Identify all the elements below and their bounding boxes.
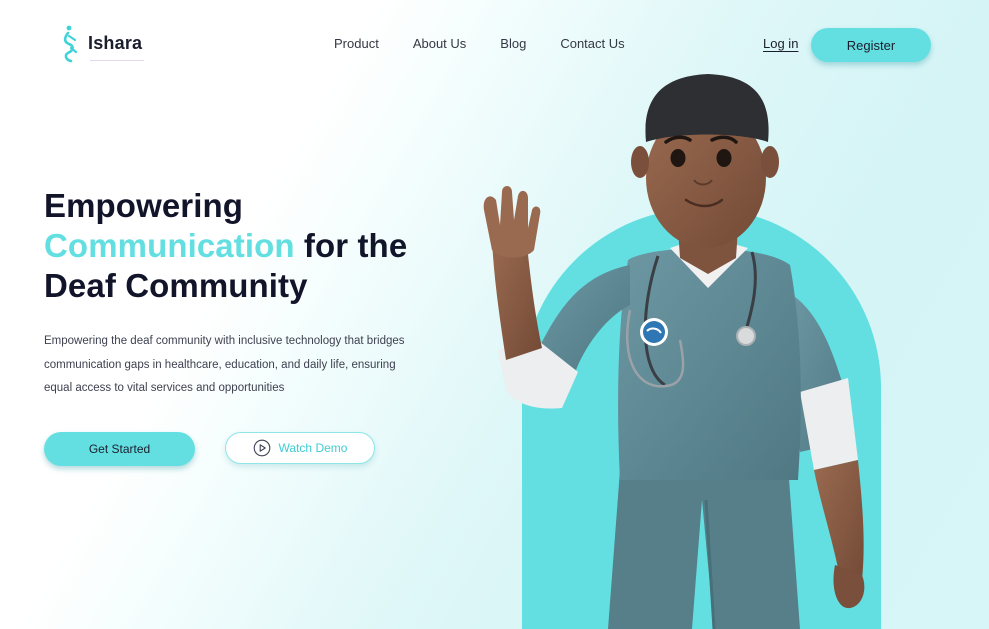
main-nav: Product About Us Blog Contact Us <box>334 36 659 51</box>
login-link[interactable]: Log in <box>763 36 798 51</box>
register-button[interactable]: Register <box>811 28 931 62</box>
doctor-illustration <box>483 74 865 629</box>
headline-line-2-rest: for the <box>294 227 408 264</box>
brand-logo[interactable]: Ishara <box>60 24 142 64</box>
description-line-1: Empowering the deaf community with inclu… <box>44 335 405 347</box>
headline-accent: Communication <box>44 227 295 264</box>
hand-sign-logo-icon <box>63 25 78 63</box>
headline-line-1: Empowering <box>44 187 244 224</box>
watch-demo-button[interactable]: Watch Demo <box>225 432 375 464</box>
brand-name: Ishara <box>88 32 143 53</box>
nav-item-contact-us[interactable]: Contact Us <box>560 36 624 51</box>
nav-item-about-us[interactable]: About Us <box>413 36 466 51</box>
brand-underline <box>90 60 144 61</box>
nav-item-blog[interactable]: Blog <box>500 36 526 51</box>
hero-headline: Empowering Communication for the Deaf Co… <box>44 186 407 306</box>
nav-item-product[interactable]: Product <box>334 36 379 51</box>
description-line-2: communication gaps in healthcare, educat… <box>44 358 396 371</box>
get-started-button[interactable]: Get Started <box>44 432 195 466</box>
watch-demo-label: Watch Demo <box>278 441 348 455</box>
play-circle-icon <box>253 439 270 457</box>
description-line-3: equal access to vital services and oppor… <box>44 382 285 394</box>
hero-description: Empowering the deaf community with inclu… <box>44 330 434 401</box>
headline-line-3: Deaf Community <box>44 267 308 304</box>
get-started-label: Get Started <box>88 442 151 456</box>
